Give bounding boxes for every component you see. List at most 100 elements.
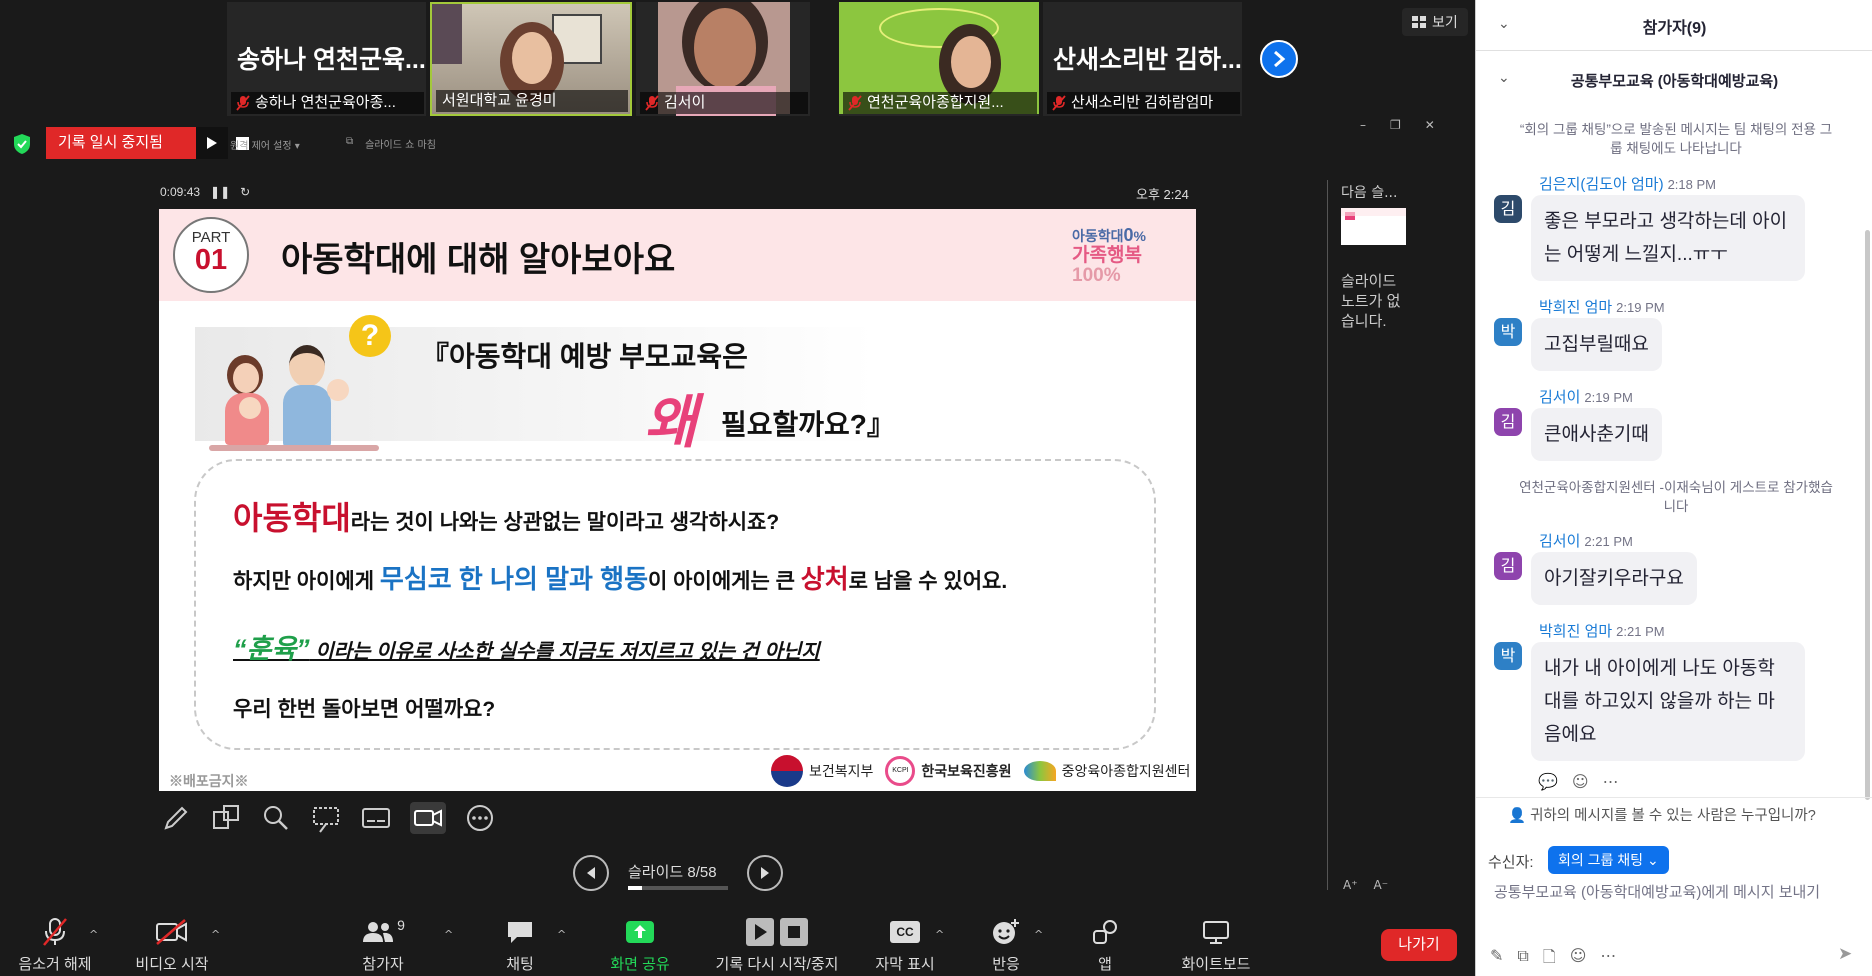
chevron-right-icon [1274,50,1286,68]
end-slideshow-button[interactable]: ⧉ 슬라이드 쇼 마침 [346,136,436,151]
avatar[interactable]: 박 [1494,642,1522,670]
more-icon[interactable]: ⋯ [1600,946,1616,973]
next-slide-button[interactable] [747,855,783,891]
chat-button[interactable]: 채팅 [492,915,548,976]
recipient-select[interactable]: 회의 그룹 채팅 ⌄ [1548,846,1669,874]
message-actions: 💬 ☺ ⋯ [1538,772,1619,791]
reactions-options-caret[interactable]: ^ [1034,928,1043,941]
tile-label: 연천군육아종합지원... [843,92,1037,114]
participants-options-caret[interactable]: ^ [444,928,453,941]
screenshot-icon[interactable]: ⧉ [1517,946,1528,973]
resume-record-button[interactable] [196,127,228,159]
muted-mic-icon [43,918,67,946]
no-distribute-note: ※배포금지※ [169,773,249,789]
more-icon[interactable]: ⋯ [1603,772,1619,791]
security-shield-icon[interactable] [12,133,32,155]
reply-icon[interactable]: 💬 [1538,772,1558,791]
previous-slide-button[interactable] [573,855,609,891]
whiteboard-icon [1203,921,1229,944]
chat-bubble: 고집부릴때요 [1531,318,1662,371]
zoom-icon[interactable] [260,802,292,834]
play-icon [746,918,774,946]
restore-icon[interactable]: ❐ [1390,118,1401,132]
remote-control-setting[interactable]: 원격 제어 설정 ▾ [230,137,300,152]
laser-pointer-icon[interactable] [310,802,342,834]
next-slide-thumbnail[interactable] [1341,208,1406,245]
chat-system-note: “회의 그룹 채팅”으로 발송된 메시지는 팀 채팅의 전용 그룹 채팅에도 나… [1519,122,1833,156]
triangle-left-icon [587,867,595,879]
whiteboard-button[interactable]: 화이트보드 [1172,915,1260,976]
pen-icon[interactable] [160,802,192,834]
reactions-button[interactable]: 반응 [978,915,1034,976]
video-tile-2[interactable]: 서원대학교 윤경미 [430,2,632,116]
reset-icon[interactable]: ↻ [240,185,250,199]
tile-name: 송하나 연천군육... [237,46,426,74]
audio-options-caret[interactable]: ^ [89,928,98,941]
record-button[interactable]: 기록 다시 시작/중지 [706,915,848,976]
chevron-down-icon: ⌄ [1646,852,1659,868]
play-icon [207,137,217,149]
slide-title: 아동학대에 대해 알아보아요 [281,241,676,279]
send-icon[interactable]: ➤ [1838,944,1852,964]
file-icon[interactable]: 🗋 [1543,946,1556,973]
video-tile-1[interactable]: 송하나 연천군육... 송하나 연천군육아종... [227,2,426,116]
start-video-button[interactable]: 비디오 시작 [122,915,222,976]
decrease-font-icon[interactable]: A⁻ [1374,878,1389,892]
participants-count: 9 [397,917,405,933]
chat-bubble: 내가 내 아이에게 나도 아동학대를 하고있지 않을까 하는 마음에요 [1531,642,1805,761]
chat-scrollbar[interactable] [1865,230,1870,800]
add-reaction-icon[interactable]: ☺ [1572,772,1589,791]
message-input[interactable]: 공통부모교육 (아동학대예방교육)에게 메시지 보내기 [1494,882,1854,903]
avatar[interactable]: 김 [1494,195,1522,223]
slide: PART 01 아동학대에 대해 알아보아요 아동학대0% 가족행복 100% … [159,209,1196,791]
annotation-toolbar [160,802,496,834]
captions-button[interactable]: CC 자막 표시 [868,915,942,976]
avatar[interactable]: 김 [1494,552,1522,580]
captions-options-caret[interactable]: ^ [935,928,944,941]
grid-view-icon [1412,16,1426,28]
more-icon[interactable] [464,802,496,834]
participants-button[interactable]: 9 참가자 [350,915,416,976]
font-size-controls: A⁺ A⁻ [1343,878,1388,892]
increase-font-icon[interactable]: A⁺ [1343,878,1358,892]
video-options-caret[interactable]: ^ [211,928,220,941]
kcpi-logo-icon: KCPI [885,756,916,786]
unmute-button[interactable]: 음소거 해제 [8,915,102,976]
subtitles-icon[interactable] [360,802,392,834]
minimize-icon[interactable]: – [1360,118,1366,132]
window-controls: – ❐ ✕ [1360,118,1435,132]
muted-mic-icon [236,95,250,111]
plant-shape [432,4,462,64]
layout-icon[interactable] [210,802,242,834]
leave-button[interactable]: 나가기 [1381,929,1457,961]
muted-mic-icon [645,95,659,111]
apps-button[interactable]: 앱 [1084,915,1126,976]
family-illustration: ? [209,315,391,455]
video-tile-4[interactable]: 연천군육아종합지원... [839,2,1039,116]
tile-label: 서원대학교 윤경미 [436,90,628,112]
who-can-see-link[interactable]: 👤 귀하의 메시지를 볼 수 있는 사람은 누구입니까? [1508,804,1816,825]
view-button[interactable]: 보기 [1402,8,1468,36]
divider [1476,50,1872,51]
participants-icon [363,922,394,942]
video-tile-3[interactable]: 김서이 [636,2,810,116]
avatar[interactable]: 김 [1494,408,1522,436]
participants-header[interactable]: 참가자(9) [1476,14,1872,38]
content-line-1: 아동학대라는 것이 나와는 상관없는 말이라고 생각하시죠? [233,500,780,536]
pause-icon[interactable]: ❚❚ [210,185,230,199]
muted-mic-icon [1052,95,1066,111]
question-line-1: 『아동학대 예방 부모교육은 [421,341,748,372]
next-page-button[interactable] [1260,40,1298,78]
format-icon[interactable]: ✎ [1490,946,1503,973]
content-line-2: 하지만 아이에게 무심코 한 나의 말과 행동이 아이에게는 큰 상처로 남을 … [233,564,1008,594]
avatar[interactable]: 박 [1494,318,1522,346]
chat-options-caret[interactable]: ^ [557,928,566,941]
slide-progress-track [628,886,728,890]
next-slide-label: 다음 슬... [1341,185,1398,201]
video-tile-5[interactable]: 산새소리반 김하... 산새소리반 김하람엄마 [1043,2,1242,116]
emoji-icon[interactable]: ☺ [1570,946,1587,973]
close-icon[interactable]: ✕ [1425,118,1435,132]
camera-icon[interactable] [410,802,446,834]
slide-badge: 아동학대0% 가족행복 100% [1072,225,1146,286]
share-screen-button[interactable]: 화면 공유 [600,915,680,976]
